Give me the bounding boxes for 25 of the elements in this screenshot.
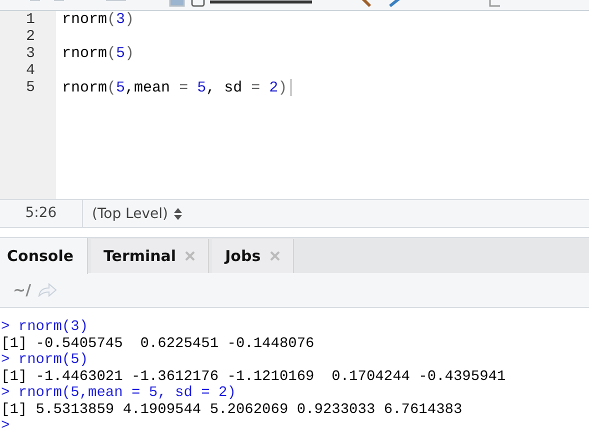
command-text: > rnorm(5) (1, 352, 88, 368)
pane-tab[interactable]: Jobs (212, 239, 294, 273)
code-line: rnorm(5,mean = 5, sd = 2) (62, 79, 292, 96)
pane-tab[interactable]: Terminal (90, 239, 210, 273)
close-icon[interactable] (185, 251, 196, 261)
output-text: [1] 5.5313859 4.1909544 5.2062069 0.9233033 6.7614383 (1, 402, 462, 418)
cursor-position: 5:26 (0, 200, 83, 227)
close-icon[interactable] (270, 251, 280, 261)
text-cursor (290, 79, 292, 96)
command-text: > (1, 418, 10, 434)
line-number: 2 (24, 28, 36, 45)
line-number: 4 (24, 62, 36, 79)
code-line: rnorm(3) (62, 11, 134, 28)
arrow-icon[interactable] (37, 283, 58, 297)
command-text: > rnorm(3) (1, 319, 88, 336)
scope-selector[interactable]: (Top Level) (92, 206, 168, 222)
command-text: > rnorm(5,mean = 5, sd = 2) (1, 385, 236, 402)
output-text: [1] -1.4463021 -1.3612176 -1.1210169 0.1704244 -0.4395941 (1, 368, 506, 385)
output-text: [1] -0.5405745 0.6225451 -0.1448076 (1, 336, 314, 352)
up-down-icon[interactable] (174, 208, 182, 220)
code-line: rnorm(5) (62, 45, 134, 62)
line-number: 1 (24, 11, 36, 28)
line-number: 3 (24, 45, 36, 62)
line-number: 5 (24, 79, 36, 96)
pane-tab[interactable]: Console (0, 238, 88, 274)
